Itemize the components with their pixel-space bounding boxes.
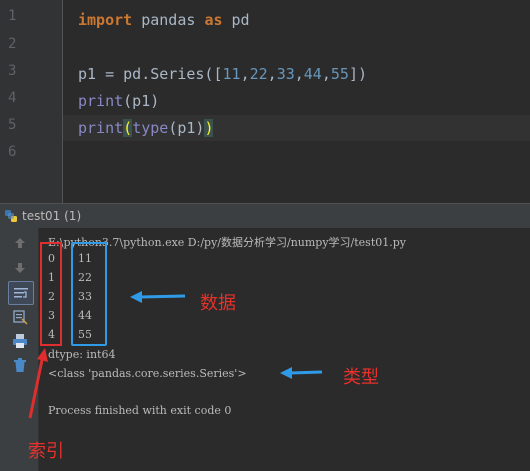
line-number: 5 xyxy=(8,117,17,133)
run-tool-window-header: test01 (1) xyxy=(0,203,530,229)
type-args: (p1) xyxy=(168,119,205,137)
comma: , xyxy=(321,65,331,83)
arrow-up-icon[interactable] xyxy=(11,234,29,252)
soft-wrap-icon[interactable] xyxy=(8,281,34,305)
code-editor[interactable]: 1 2 3 4 5 6 import pandas as pd p1 = pd.… xyxy=(0,0,530,203)
line-number: 6 xyxy=(8,144,17,160)
code-line-3[interactable]: p1 = pd.Series([11,22,33,44,55]) xyxy=(78,61,367,87)
comma: , xyxy=(294,65,304,83)
comma: , xyxy=(240,65,250,83)
keyword-import: import xyxy=(78,11,133,29)
closing-brackets: ]) xyxy=(348,65,367,83)
series-assign: p1 = pd.Series([ xyxy=(78,65,223,83)
number-literal: 44 xyxy=(303,65,322,83)
line-number-gutter: 1 2 3 4 5 6 xyxy=(0,0,63,203)
print-icon[interactable] xyxy=(11,332,29,350)
number-literal: 22 xyxy=(249,65,268,83)
code-line-4[interactable]: print(p1) xyxy=(78,88,159,114)
print-args: (p1) xyxy=(123,92,160,110)
keyword-as: as xyxy=(204,11,223,29)
run-toolbar xyxy=(0,228,39,471)
type-annotation-label: 类型 xyxy=(343,367,379,388)
line-number: 3 xyxy=(8,63,17,79)
code-line-1[interactable]: import pandas as pd xyxy=(78,7,250,33)
class-line: <class 'pandas.core.series.Series'> xyxy=(48,367,247,380)
console-output[interactable]: E:\python3.7\python.exe D:/py/数据分析学习/num… xyxy=(39,228,530,471)
python-icon xyxy=(5,210,17,222)
builtin-type: type xyxy=(132,119,169,137)
number-literal: 55 xyxy=(330,65,349,83)
data-annotation-label: 数据 xyxy=(200,293,236,314)
index-annotation-label: 索引 xyxy=(28,441,64,462)
comma: , xyxy=(267,65,277,83)
module-name: pandas xyxy=(132,11,205,29)
arrow-down-icon[interactable] xyxy=(11,259,29,277)
alias-name: pd xyxy=(222,11,250,29)
line-number: 2 xyxy=(8,36,17,52)
run-tab-label: test01 (1) xyxy=(22,209,82,223)
trash-icon[interactable] xyxy=(11,356,29,374)
index-highlight-box xyxy=(40,242,62,346)
builtin-print: print xyxy=(78,119,124,137)
run-tab-test01[interactable]: test01 (1) xyxy=(4,208,81,224)
builtin-print: print xyxy=(78,92,124,110)
number-literal: 33 xyxy=(276,65,295,83)
number-literal: 11 xyxy=(222,65,241,83)
code-line-5[interactable]: print(type(p1)) xyxy=(78,115,214,141)
matched-paren-close: ) xyxy=(204,119,214,137)
data-highlight-box xyxy=(71,242,107,346)
line-number: 1 xyxy=(8,8,17,24)
matched-paren-open: ( xyxy=(123,119,133,137)
dtype-line: dtype: int64 xyxy=(48,348,116,361)
scroll-to-end-icon[interactable] xyxy=(11,308,29,326)
line-number: 4 xyxy=(8,90,17,106)
process-finished-line: Process finished with exit code 0 xyxy=(48,404,232,417)
